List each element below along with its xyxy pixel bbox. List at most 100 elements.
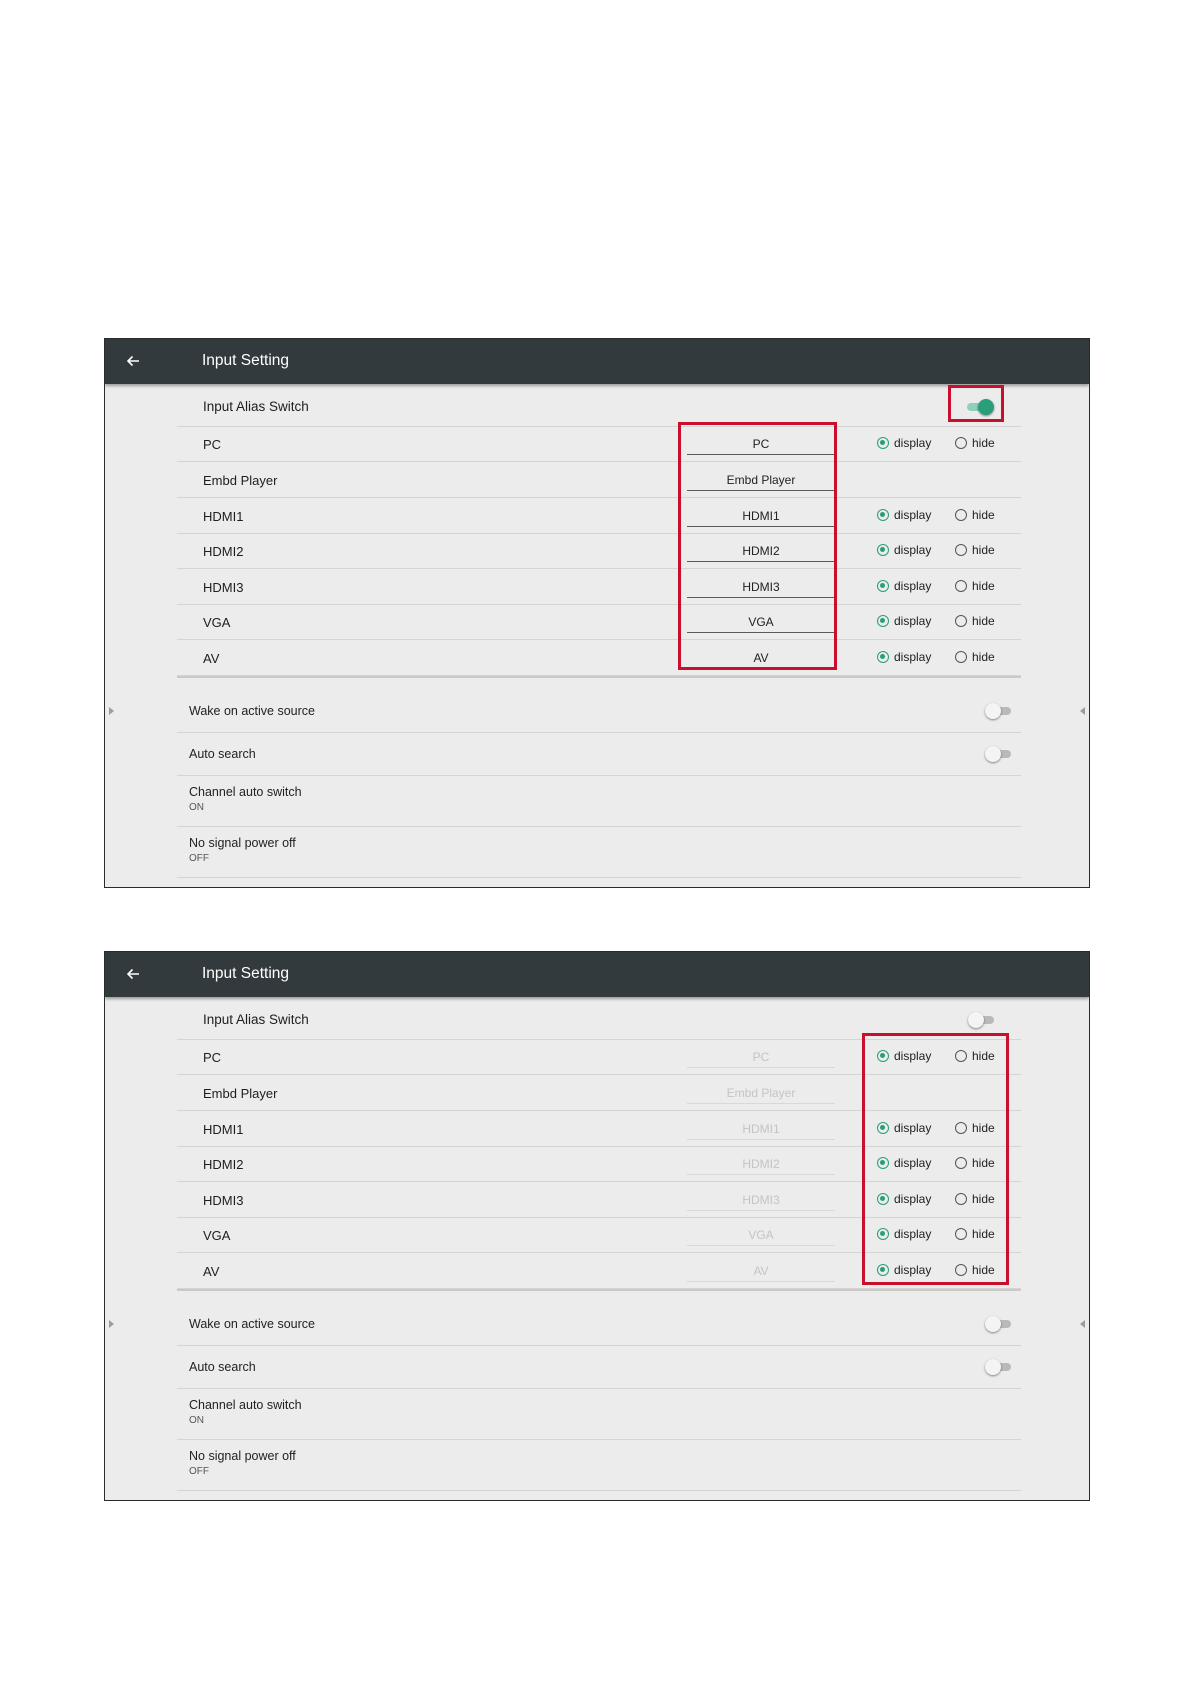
radio-circle-icon — [877, 437, 889, 449]
setting-label: Auto search — [189, 1360, 256, 1374]
setting-row[interactable]: Auto search — [177, 733, 1021, 776]
toggle-knob — [968, 1012, 984, 1028]
setting-row[interactable]: Channel auto switch ON — [177, 776, 1021, 827]
display-radio[interactable]: display — [877, 579, 931, 593]
setting-label: Wake on active source — [189, 1317, 315, 1331]
hide-radio[interactable]: hide — [955, 543, 995, 557]
source-alias-field[interactable]: PC — [687, 1047, 835, 1068]
setting-row[interactable]: No signal power off OFF — [177, 827, 1021, 878]
source-name: HDMI1 — [203, 508, 244, 524]
setting-row[interactable]: Wake on active source — [177, 690, 1021, 733]
radio-circle-icon — [955, 437, 967, 449]
source-row: HDMI3 HDMI3 display hide — [177, 570, 1021, 605]
setting-value: ON — [189, 802, 204, 813]
page-title: Input Setting — [202, 352, 290, 369]
source-row: VGA VGA display hide — [177, 605, 1021, 640]
setting-value: ON — [189, 1415, 204, 1426]
section-divider — [177, 1289, 1021, 1291]
display-radio[interactable]: display — [877, 543, 931, 557]
source-alias-field[interactable]: Embd Player — [687, 1083, 835, 1104]
toggle-knob — [985, 746, 1001, 762]
source-alias-field[interactable]: HDMI1 — [687, 1119, 835, 1140]
setting-label: Channel auto switch — [189, 1398, 302, 1412]
display-radio[interactable]: display — [877, 436, 931, 450]
source-alias-field[interactable]: HDMI2 — [687, 1154, 835, 1175]
source-row: PC PC display hide — [177, 427, 1021, 462]
highlight-display-hide-options — [862, 1033, 1009, 1285]
setting-label: No signal power off — [189, 836, 296, 850]
input-alias-switch-toggle[interactable] — [968, 1012, 994, 1028]
display-radio[interactable]: display — [877, 650, 931, 664]
hide-radio[interactable]: hide — [955, 614, 995, 628]
setting-toggle[interactable] — [985, 1359, 1011, 1375]
radio-circle-icon — [877, 615, 889, 627]
setting-toggle[interactable] — [985, 1316, 1011, 1332]
source-name: PC — [203, 1050, 222, 1065]
highlight-alias-toggle — [948, 385, 1004, 422]
input-alias-switch-row: Input Alias Switch — [177, 389, 1021, 427]
display-radio[interactable]: display — [877, 508, 931, 522]
source-name: VGA — [203, 615, 231, 630]
hide-radio[interactable]: hide — [955, 650, 995, 664]
input-alias-switch-label: Input Alias Switch — [203, 1012, 309, 1027]
display-radio-label: display — [894, 578, 932, 593]
radio-circle-icon — [955, 650, 967, 663]
source-row: Embd Player Embd Player — [177, 463, 1021, 498]
hide-radio-label: hide — [972, 543, 995, 557]
setting-toggle[interactable] — [985, 703, 1011, 719]
setting-row[interactable]: No signal power off OFF — [177, 1440, 1021, 1491]
hide-radio[interactable]: hide — [955, 436, 995, 450]
radio-circle-icon — [877, 508, 889, 521]
setting-label: No signal power off — [189, 1449, 296, 1463]
source-row: AV AV display hide — [177, 641, 1021, 676]
setting-label: Channel auto switch — [189, 785, 302, 799]
input-setting-screen: Input Setting Input Alias Switch PC PC displ… — [104, 951, 1090, 1501]
scroll-right-icon — [1080, 707, 1085, 715]
input-setting-screen: Input Setting Input Alias Switch PC PC displ… — [104, 338, 1090, 888]
hide-radio-label: hide — [972, 649, 995, 664]
source-row: HDMI2 HDMI2 display hide — [177, 534, 1021, 569]
scroll-right-icon — [1080, 1320, 1085, 1328]
radio-circle-icon — [877, 650, 889, 663]
section-divider — [177, 676, 1021, 678]
display-radio-label: display — [894, 614, 932, 628]
setting-value: OFF — [189, 853, 209, 864]
radio-circle-icon — [955, 544, 967, 556]
title-bar: Input Setting — [105, 339, 1089, 384]
source-name: AV — [203, 650, 220, 666]
radio-circle-icon — [955, 579, 967, 592]
source-name: Embd Player — [203, 1086, 278, 1101]
hide-radio[interactable]: hide — [955, 508, 995, 522]
radio-circle-icon — [877, 544, 889, 556]
title-bar: Input Setting — [105, 952, 1089, 997]
scroll-left-icon — [109, 707, 114, 715]
display-radio-label: display — [894, 543, 932, 557]
source-name: Embd Player — [203, 473, 278, 488]
source-row: HDMI1 HDMI1 display hide — [177, 499, 1021, 534]
source-name: VGA — [203, 1228, 231, 1243]
source-alias-field[interactable]: VGA — [687, 1225, 835, 1246]
setting-row[interactable]: Wake on active source — [177, 1303, 1021, 1346]
source-name: HDMI2 — [203, 544, 244, 559]
arrow-left-icon — [126, 968, 139, 980]
hide-radio-label: hide — [972, 578, 995, 593]
setting-row[interactable]: Channel auto switch ON — [177, 1389, 1021, 1440]
input-alias-switch-label: Input Alias Switch — [203, 399, 309, 414]
display-radio-label: display — [894, 436, 932, 450]
toggle-knob — [985, 1316, 1001, 1332]
source-name: PC — [203, 437, 222, 452]
setting-row[interactable]: Auto search — [177, 1346, 1021, 1389]
display-radio[interactable]: display — [877, 614, 931, 628]
radio-circle-icon — [955, 615, 967, 627]
back-button[interactable] — [121, 962, 145, 986]
source-alias-field[interactable]: AV — [687, 1261, 835, 1282]
source-name: AV — [203, 1263, 220, 1279]
source-name: HDMI1 — [203, 1121, 244, 1137]
back-button[interactable] — [121, 349, 145, 373]
hide-radio[interactable]: hide — [955, 579, 995, 593]
display-radio-label: display — [894, 507, 932, 522]
setting-toggle[interactable] — [985, 746, 1011, 762]
setting-value: OFF — [189, 1466, 209, 1477]
source-alias-field[interactable]: HDMI3 — [687, 1190, 835, 1211]
page-title: Input Setting — [202, 965, 290, 982]
